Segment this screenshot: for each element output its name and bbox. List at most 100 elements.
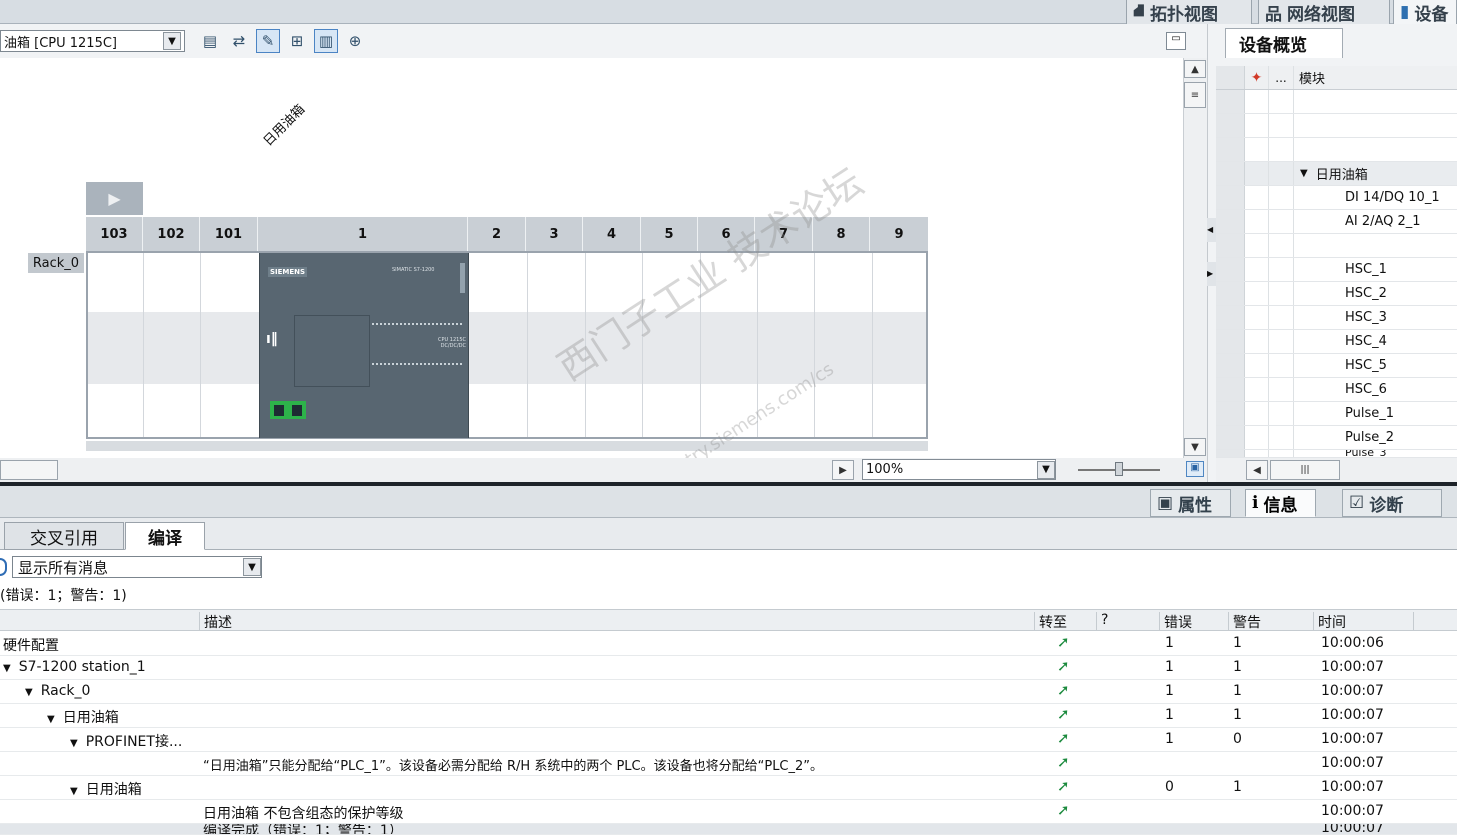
canvas-vertical-scrollbar[interactable]: ▲ ≡ ▼	[1183, 58, 1207, 458]
overview-row[interactable]	[1216, 234, 1457, 258]
chevron-down-icon[interactable]: ▼	[47, 714, 55, 725]
device-overview-icon[interactable]: ▤	[198, 29, 222, 53]
overview-navigation-icon[interactable]: ▣	[1186, 461, 1204, 477]
slot-divider	[585, 253, 586, 437]
overview-row[interactable]	[1216, 90, 1457, 114]
chevron-down-icon[interactable]: ▼	[1037, 460, 1055, 479]
slot-header: 103 102 101 1 2 3 4 5 6 7 8 9	[86, 217, 928, 251]
collapse-panel-icon[interactable]: ▭	[1166, 32, 1186, 50]
overview-row[interactable]: HSC_6	[1216, 378, 1457, 402]
overview-row[interactable]: HSC_1	[1216, 258, 1457, 282]
grid-icon[interactable]: ⊞	[285, 29, 309, 53]
device-select[interactable]: 油箱 [CPU 1215C] ▼	[0, 30, 185, 52]
tab-cross-reference[interactable]: 交叉引用	[4, 522, 124, 550]
tab-device-overview[interactable]: 设备概览	[1225, 28, 1343, 58]
message-row[interactable]: 日用油箱 不包含组态的保护等级 ➚ 10:00:07	[0, 800, 1457, 824]
slot-number: 3	[526, 217, 583, 251]
device-icon: ▮	[1400, 2, 1410, 22]
tab-device-view[interactable]: ▮ 设备	[1393, 0, 1457, 24]
zoom-icon[interactable]: ⊕	[343, 29, 367, 53]
chevron-down-icon[interactable]: ▼	[243, 558, 261, 576]
overview-row[interactable]: ▼ 日用油箱	[1216, 162, 1457, 186]
network-icon: 品	[1265, 4, 1282, 25]
slot-divider	[143, 253, 144, 437]
ethernet-ports[interactable]	[270, 401, 306, 419]
scroll-thumb[interactable]	[0, 460, 58, 480]
tab-network-view[interactable]: 品网络视图	[1258, 0, 1390, 25]
slot-divider	[872, 253, 873, 437]
message-row[interactable]: ▼ 日用油箱 ➚ 0 1 10:00:07	[0, 776, 1457, 800]
cpu-module[interactable]: SIEMENS SIMATIC S7-1200 ı‖ CPU 1215C DC/…	[259, 253, 469, 438]
page-break-icon[interactable]: ▥	[314, 29, 338, 53]
tab-properties[interactable]: ▣ 属性	[1150, 489, 1232, 517]
goto-arrow-icon[interactable]: ➚	[1057, 659, 1071, 674]
scroll-right-icon[interactable]: ▶	[832, 460, 854, 480]
scroll-thumb[interactable]: |||	[1270, 460, 1340, 480]
overview-row[interactable]	[1216, 138, 1457, 162]
overview-row[interactable]: Pulse_2	[1216, 426, 1457, 450]
chevron-down-icon[interactable]: ▼	[3, 663, 11, 674]
io-leds	[372, 323, 462, 326]
goto-arrow-icon[interactable]: ➚	[1057, 635, 1071, 650]
chevron-down-icon[interactable]: ▼	[25, 687, 33, 698]
goto-arrow-icon[interactable]: ➚	[1057, 755, 1071, 770]
slot-number: 8	[813, 217, 870, 251]
zoom-slider-handle[interactable]	[1115, 462, 1123, 476]
expand-right-icon[interactable]: ▶	[1207, 262, 1216, 286]
tab-diagnostics[interactable]: ☑ 诊断	[1342, 489, 1442, 517]
chevron-down-icon[interactable]: ▼	[70, 738, 78, 749]
slot-divider	[814, 253, 815, 437]
chevron-down-icon[interactable]: ▼	[1300, 168, 1308, 179]
overview-row[interactable]: HSC_2	[1216, 282, 1457, 306]
message-filter-select[interactable]: 显示所有消息 ▼	[12, 556, 262, 578]
goto-arrow-icon[interactable]: ➚	[1057, 779, 1071, 794]
tab-compile[interactable]: 编译	[125, 522, 205, 550]
slot-number: 103	[86, 217, 143, 251]
goto-arrow-icon[interactable]: ➚	[1057, 731, 1071, 746]
goto-arrow-icon[interactable]: ➚	[1057, 707, 1071, 722]
slot-number: 6	[698, 217, 755, 251]
message-row[interactable]: ▼ PROFINET接... ➚ 1 0 10:00:07	[0, 728, 1457, 752]
expand-rack-button[interactable]: ▶	[86, 182, 143, 215]
scroll-thumb[interactable]: ≡	[1184, 82, 1206, 108]
slot-number: 9	[894, 226, 904, 242]
scroll-up-icon[interactable]: ▲	[1184, 60, 1206, 78]
scroll-left-icon[interactable]: ◀	[1246, 460, 1268, 480]
filter-icon[interactable]	[0, 558, 7, 576]
chevron-down-icon[interactable]: ▼	[70, 786, 78, 797]
overview-row[interactable]	[1216, 114, 1457, 138]
slot-divider	[527, 253, 528, 437]
show-names-icon[interactable]: ⇄	[227, 29, 251, 53]
slot-number: 5	[641, 217, 698, 251]
overview-horizontal-scrollbar[interactable]: ◀ |||	[1216, 458, 1457, 482]
collapse-left-icon[interactable]: ◀	[1207, 218, 1216, 242]
message-row[interactable]: “日用油箱”只能分配给“PLC_1”。该设备必需分配给 R/H 系统中的两个 P…	[0, 752, 1457, 776]
overview-table: ▼ 日用油箱 DI 14/DQ 10_1 AI 2/AQ 2_1 HSC_1 HS…	[1216, 90, 1457, 482]
tab-info[interactable]: ℹ 信息	[1245, 489, 1317, 517]
slot-divider	[757, 253, 758, 437]
overview-row[interactable]: Pulse_3	[1216, 450, 1457, 458]
overview-row[interactable]: AI 2/AQ 2_1	[1216, 210, 1457, 234]
chevron-down-icon[interactable]: ▼	[163, 32, 181, 50]
edit-icon[interactable]: ✎	[256, 29, 280, 53]
overview-row[interactable]: HSC_4	[1216, 330, 1457, 354]
message-row[interactable]: 编译完成（错误：1；警告：1） 10:00:07	[0, 824, 1457, 835]
message-row[interactable]: ▼ S7-1200 station_1 ➚ 1 1 10:00:07	[0, 656, 1457, 680]
status-leds: ı‖	[266, 331, 278, 347]
overview-row[interactable]: HSC_5	[1216, 354, 1457, 378]
message-row[interactable]: ▼ Rack_0 ➚ 1 1 10:00:07	[0, 680, 1457, 704]
scroll-down-icon[interactable]: ▼	[1184, 438, 1206, 456]
goto-arrow-icon[interactable]: ➚	[1057, 803, 1071, 818]
rack-bottom	[86, 441, 928, 451]
tab-topology-view[interactable]: ⛘ 拓扑视图	[1126, 0, 1252, 25]
message-row[interactable]: 硬件配置 ➚ 1 1 10:00:06	[0, 632, 1457, 656]
port-icon	[292, 404, 302, 416]
overview-row[interactable]: Pulse_1	[1216, 402, 1457, 426]
overview-row[interactable]: DI 14/DQ 10_1	[1216, 186, 1457, 210]
message-table-header: 描述 转至 ? 错误 警告 时间	[0, 609, 1457, 631]
inspector-tab-bar	[0, 486, 1457, 518]
overview-row[interactable]: HSC_3	[1216, 306, 1457, 330]
goto-arrow-icon[interactable]: ➚	[1057, 683, 1071, 698]
message-row[interactable]: ▼ 日用油箱 ➚ 1 1 10:00:07	[0, 704, 1457, 728]
zoom-select[interactable]: 100% ▼	[862, 459, 1056, 480]
